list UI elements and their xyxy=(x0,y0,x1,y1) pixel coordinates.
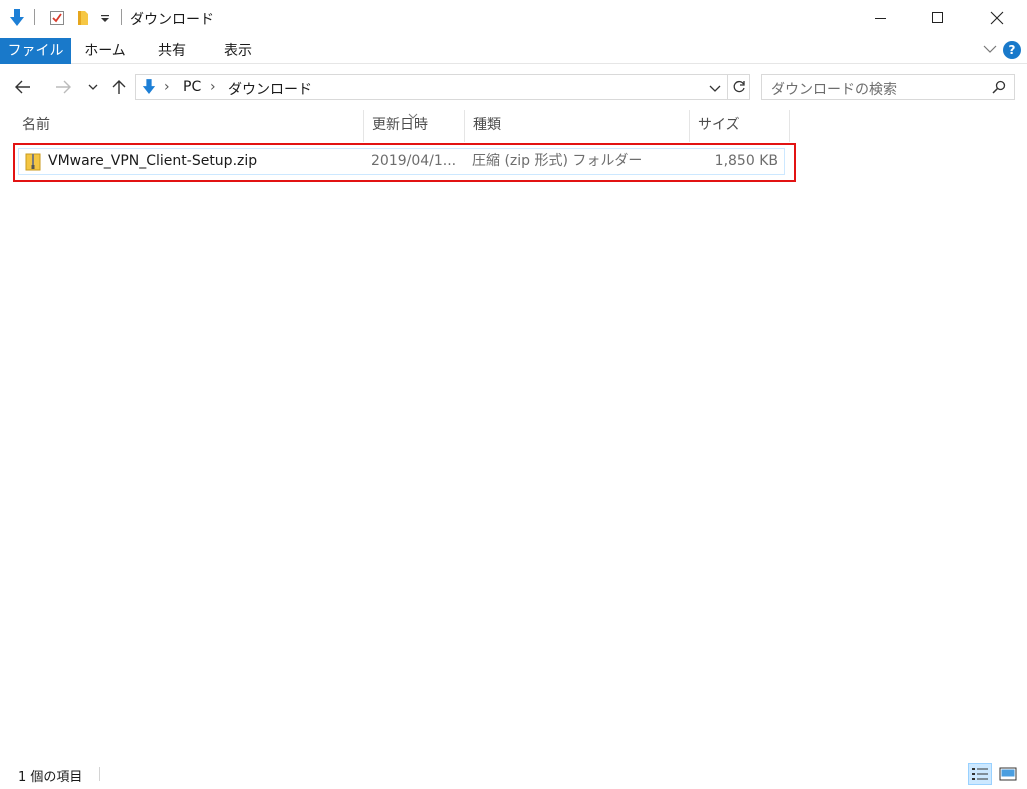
close-icon xyxy=(990,11,1004,25)
forward-button[interactable] xyxy=(52,76,74,98)
status-bar: 1 個の項目 xyxy=(0,758,1027,789)
search-box[interactable]: ダウンロードの検索 xyxy=(761,74,1015,100)
column-header-modified[interactable]: 更新日時 xyxy=(364,110,464,142)
search-icon[interactable] xyxy=(992,80,1006,98)
up-button[interactable] xyxy=(108,76,130,98)
tab-file[interactable]: ファイル xyxy=(0,38,71,64)
column-header-type[interactable]: 種類 xyxy=(465,110,689,142)
separator xyxy=(121,9,122,25)
back-button[interactable] xyxy=(12,76,34,98)
up-arrow-icon xyxy=(112,80,126,94)
navigation-bar: › PC › ダウンロード ダウンロードの検索 xyxy=(0,64,1027,110)
breadcrumb-separator-icon[interactable]: › xyxy=(210,79,216,95)
expand-ribbon-icon[interactable] xyxy=(983,43,997,58)
download-folder-icon xyxy=(142,79,156,99)
back-arrow-icon xyxy=(15,80,30,94)
large-icons-view-icon xyxy=(999,767,1017,781)
column-headers: 名前 更新日時 種類 サイズ xyxy=(0,110,790,142)
search-input[interactable]: ダウンロードの検索 xyxy=(771,79,897,99)
customize-toolbar-dropdown-icon[interactable] xyxy=(96,8,114,28)
refresh-button[interactable] xyxy=(728,74,750,100)
new-folder-icon[interactable] xyxy=(72,8,94,28)
breadcrumb-downloads[interactable]: ダウンロード xyxy=(228,79,312,99)
breadcrumb-separator-icon[interactable]: › xyxy=(164,79,170,95)
status-separator xyxy=(99,767,100,781)
tab-view[interactable]: 表示 xyxy=(210,38,266,64)
chevron-down-icon xyxy=(88,84,98,90)
maximize-icon xyxy=(932,12,943,23)
ribbon-tabs: ファイル ホーム 共有 表示 ? xyxy=(0,36,1027,64)
maximize-button[interactable] xyxy=(908,0,968,36)
window-title: ダウンロード xyxy=(130,12,214,28)
separator xyxy=(34,9,35,25)
tab-home[interactable]: ホーム xyxy=(78,38,132,64)
minimize-icon xyxy=(875,18,886,19)
column-divider[interactable] xyxy=(789,110,790,142)
item-count: 1 個の項目 xyxy=(18,770,83,785)
highlight-box xyxy=(13,143,796,182)
refresh-icon xyxy=(733,80,745,93)
forward-arrow-icon xyxy=(56,80,71,94)
close-button[interactable] xyxy=(967,0,1027,36)
column-header-size[interactable]: サイズ xyxy=(690,110,789,142)
address-bar[interactable]: › PC › ダウンロード xyxy=(135,74,728,100)
minimize-button[interactable] xyxy=(851,0,911,36)
details-view-icon xyxy=(972,768,988,780)
tab-share[interactable]: 共有 xyxy=(146,38,198,64)
properties-icon[interactable] xyxy=(46,8,68,28)
breadcrumb-pc[interactable]: PC xyxy=(183,79,201,95)
address-history-dropdown-icon[interactable] xyxy=(709,82,721,97)
details-view-button[interactable] xyxy=(968,763,992,785)
recent-locations-button[interactable] xyxy=(82,76,104,98)
help-button[interactable]: ? xyxy=(1003,41,1021,59)
column-header-name[interactable]: 名前 xyxy=(14,110,363,142)
large-icons-view-button[interactable] xyxy=(996,763,1020,785)
title-bar: ダウンロード xyxy=(0,0,1027,36)
download-folder-icon[interactable] xyxy=(6,8,28,28)
